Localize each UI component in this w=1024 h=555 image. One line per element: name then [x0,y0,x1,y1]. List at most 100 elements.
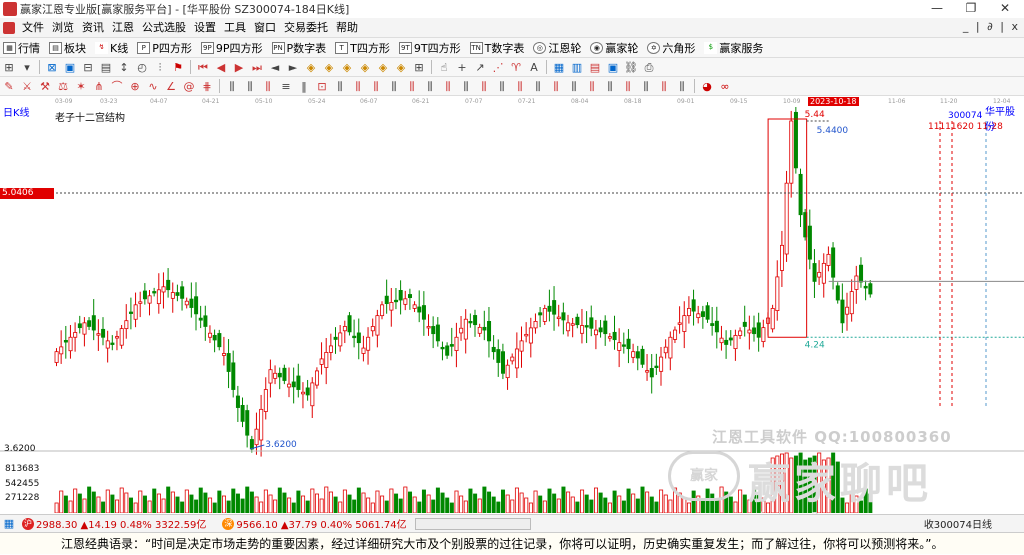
bar-icon[interactable]: ⫼ [350,79,366,94]
bar-icon[interactable]: ⫼ [260,79,276,94]
bar-icon[interactable]: ⫼ [386,79,402,94]
diamond-icon[interactable]: ◈ [339,60,355,75]
first-icon[interactable]: ⏮ [195,60,211,75]
star-icon[interactable]: ✶ [73,79,89,94]
bar-icon[interactable]: ⫼ [476,79,492,94]
toolbar-p-square-button[interactable]: P P四方形 [134,40,192,56]
toolbar-t-square-button[interactable]: T T四方形 [332,40,390,56]
bar-icon[interactable]: ⫼ [512,79,528,94]
pencil-icon[interactable]: ✎ [1,79,17,94]
toolbar-9t-square-button[interactable]: 9T 9T四方形 [396,40,461,56]
table-icon[interactable]: ▦ [551,60,567,75]
diamond-icon[interactable]: ◈ [357,60,373,75]
doc-icon[interactable]: ▤ [98,60,114,75]
toolbar-sectors-button[interactable]: ▤ 板块 [46,40,86,56]
toolbar-9p-square-button[interactable]: 9P 9P四方形 [198,40,263,56]
maximize-button[interactable]: ❐ [954,0,988,18]
bar-icon[interactable]: ⫼ [548,79,564,94]
bar-icon[interactable]: ⫼ [404,79,420,94]
grid-small-icon[interactable]: ⊞ [411,60,427,75]
last-icon[interactable]: ⏭ [249,60,265,75]
bar-icon[interactable]: ⫼ [368,79,384,94]
toolbar-winner-wheel-button[interactable]: ◉ 赢家轮 [587,40,638,56]
sword-icon[interactable]: ⚔ [19,79,35,94]
diamond-icon[interactable]: ◈ [393,60,409,75]
angle-icon[interactable]: ∠ [163,79,179,94]
minimize-button[interactable]: — [920,0,954,18]
bar-icon[interactable]: ⫼ [620,79,636,94]
bar-icon[interactable]: ⫼ [224,79,240,94]
mdi-controls[interactable]: _ | ∂ | x [963,20,1020,33]
zoom-icon[interactable]: ⊠ [44,60,60,75]
line-icon[interactable]: ↗ [472,60,488,75]
report-icon[interactable]: ▥ [569,60,585,75]
infinity-icon[interactable]: ∞ [717,79,733,94]
menu-trade[interactable]: 交易委托 [280,18,332,38]
flag-icon[interactable]: ⚑ [170,60,186,75]
bars-icon[interactable]: ⫶ [152,60,168,75]
mark-icon[interactable]: ♈ [508,60,524,75]
menu-window[interactable]: 窗口 [250,18,280,38]
next-icon[interactable]: ▶ [231,60,247,75]
bar-icon[interactable]: ⫼ [458,79,474,94]
menu-formula[interactable]: 公式选股 [138,18,190,38]
menu-help[interactable]: 帮助 [332,18,362,38]
shenzhen-index[interactable]: 深 9566.10 ▲37.79 0.40% 5061.74亿 [220,516,407,531]
print-icon[interactable]: ⎙ [641,60,657,75]
toolbar-quotes-button[interactable]: ▦ 行情 [0,40,40,56]
diamond-icon[interactable]: ◈ [375,60,391,75]
hand-icon[interactable]: ☝ [436,60,452,75]
bar-icon[interactable]: ⫼ [602,79,618,94]
close-button[interactable]: ✕ [988,0,1022,18]
hline-icon[interactable]: ≡ [278,79,294,94]
text-icon[interactable]: A [526,60,542,75]
menu-settings[interactable]: 设置 [190,18,220,38]
wave-icon[interactable]: ∿ [145,79,161,94]
menu-browse[interactable]: 浏览 [48,18,78,38]
vline-icon[interactable]: ‖ [296,79,312,94]
toolbar-p-table-button[interactable]: PN P数字表 [269,40,326,56]
window-icon[interactable]: ▣ [605,60,621,75]
fan-icon[interactable]: ⋔ [91,79,107,94]
bar-icon[interactable]: ⫼ [566,79,582,94]
toolbar-kline-button[interactable]: ↯ K线 [92,40,128,56]
bar-icon[interactable]: ⫼ [530,79,546,94]
diamond-icon[interactable]: ◈ [303,60,319,75]
bar-icon[interactable]: ⫼ [332,79,348,94]
cursor-icon[interactable]: ↕ [116,60,132,75]
horizontal-scrollbar[interactable] [414,517,531,530]
grid-fan-icon[interactable]: ⋕ [199,79,215,94]
arrow-left-icon[interactable]: ◄ [267,60,283,75]
cycle-icon[interactable]: ◴ [134,60,150,75]
link-icon[interactable]: ⛓ [623,60,639,75]
bar-icon[interactable]: ⫼ [242,79,258,94]
chart-icon[interactable]: ⊟ [80,60,96,75]
arc-icon[interactable]: ⌒ [109,79,125,94]
channel-icon[interactable]: ⋰ [490,60,506,75]
scale-icon[interactable]: ⚖ [55,79,71,94]
toolbar-gann-wheel-button[interactable]: ◎ 江恩轮 [530,40,581,56]
bar-icon[interactable]: ⫼ [656,79,672,94]
calc-icon[interactable]: ▣ [62,60,78,75]
box-icon[interactable]: ⊡ [314,79,330,94]
menu-tools[interactable]: 工具 [220,18,250,38]
bar-icon[interactable]: ⫼ [422,79,438,94]
book-icon[interactable]: ▤ [587,60,603,75]
menu-file[interactable]: 文件 [18,18,48,38]
prev-icon[interactable]: ◀ [213,60,229,75]
bar-icon[interactable]: ⫼ [494,79,510,94]
toolbar-service-button[interactable]: $ 赢家服务 [701,40,763,56]
toolbar-t-table-button[interactable]: TN T数字表 [467,40,524,56]
spiral-icon[interactable]: @ [181,79,197,94]
bar-icon[interactable]: ⫼ [638,79,654,94]
dropdown-icon[interactable]: ▾ [19,60,35,75]
diamond-icon[interactable]: ◈ [321,60,337,75]
menu-gann[interactable]: 江恩 [108,18,138,38]
cross-icon[interactable]: + [454,60,470,75]
grid-icon[interactable]: ▦ [1,516,17,531]
tool-icon[interactable]: ⚒ [37,79,53,94]
bar-icon[interactable]: ⫼ [584,79,600,94]
color-wheel-icon[interactable]: ◕ [699,79,715,94]
bar-icon[interactable]: ⫼ [674,79,690,94]
target-icon[interactable]: ⊕ [127,79,143,94]
